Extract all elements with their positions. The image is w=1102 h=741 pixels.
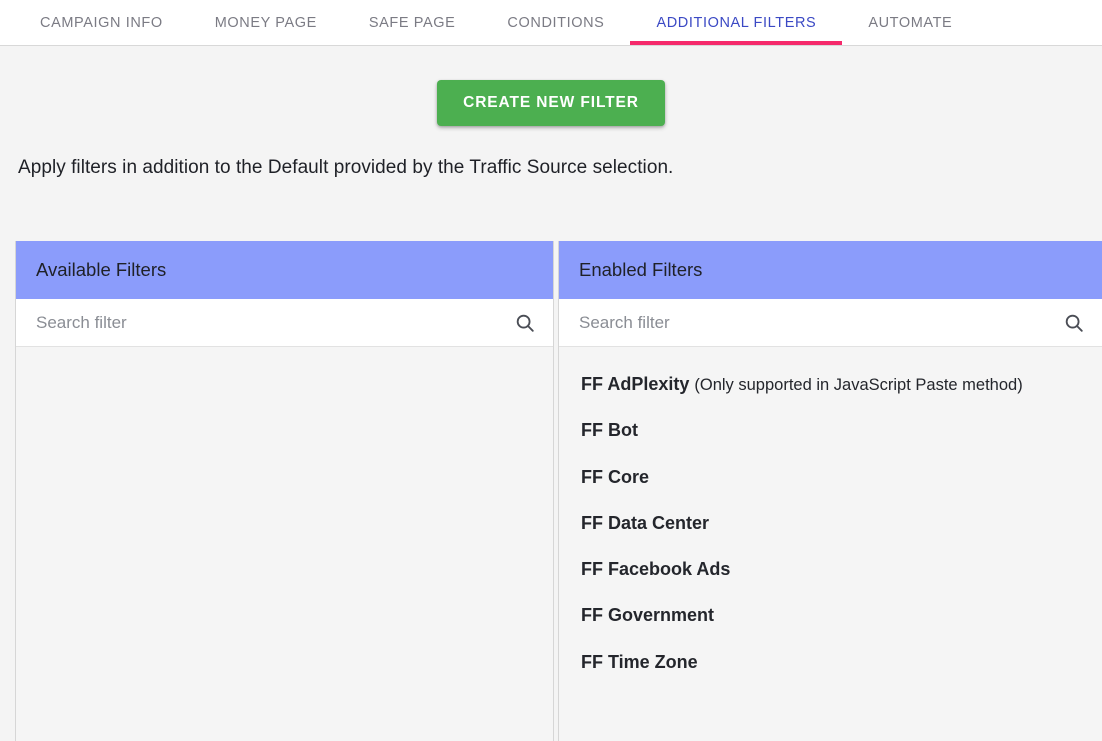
- available-filters-search-row[interactable]: [16, 299, 553, 347]
- list-item[interactable]: FF Government: [559, 592, 1102, 638]
- list-item[interactable]: FF Data Center: [559, 500, 1102, 546]
- enabled-filters-list[interactable]: FF AdPlexity (Only supported in JavaScri…: [559, 347, 1102, 741]
- search-icon[interactable]: [1062, 311, 1086, 335]
- filter-note: (Only supported in JavaScript Paste meth…: [694, 376, 1023, 394]
- tab-campaign-info[interactable]: CAMPAIGN INFO: [14, 0, 189, 45]
- enabled-filters-header: Enabled Filters: [559, 241, 1102, 299]
- filter-name: FF Core: [581, 466, 650, 487]
- enabled-filters-search-row[interactable]: [559, 299, 1102, 347]
- tab-bar: CAMPAIGN INFO MONEY PAGE SAFE PAGE CONDITIO…: [0, 0, 1102, 46]
- create-filter-button-container: CREATE NEW FILTER: [0, 46, 1102, 126]
- list-item[interactable]: FF Bot: [559, 407, 1102, 453]
- list-item[interactable]: FF Facebook Ads: [559, 546, 1102, 592]
- available-filters-panel: Available Filters: [15, 241, 554, 741]
- available-filters-header: Available Filters: [16, 241, 553, 299]
- tab-conditions[interactable]: CONDITIONS: [481, 0, 630, 45]
- create-new-filter-button[interactable]: CREATE NEW FILTER: [437, 80, 665, 126]
- list-item[interactable]: FF Core: [559, 454, 1102, 500]
- search-icon[interactable]: [513, 311, 537, 335]
- filter-name: FF Government: [581, 605, 715, 626]
- tab-safe-page[interactable]: SAFE PAGE: [343, 0, 482, 45]
- tab-money-page[interactable]: MONEY PAGE: [189, 0, 343, 45]
- available-filters-list[interactable]: [16, 347, 553, 741]
- page-body: CREATE NEW FILTER Apply filters in addit…: [0, 46, 1102, 741]
- enabled-filters-search-input[interactable]: [577, 311, 1062, 334]
- list-item[interactable]: FF AdPlexity (Only supported in JavaScri…: [559, 361, 1102, 407]
- filter-name: FF Bot: [581, 420, 638, 441]
- filter-name: FF Data Center: [581, 512, 710, 533]
- filter-name: FF AdPlexity: [581, 374, 690, 394]
- filter-name: FF Time Zone: [581, 651, 698, 672]
- enabled-filters-panel: Enabled Filters FF AdPlexity (Only suppo…: [558, 241, 1102, 741]
- list-item[interactable]: FF Time Zone: [559, 639, 1102, 685]
- available-filters-search-input[interactable]: [34, 311, 513, 334]
- page-description: Apply filters in addition to the Default…: [18, 157, 674, 178]
- tab-additional-filters[interactable]: ADDITIONAL FILTERS: [630, 0, 843, 45]
- filter-name: FF Facebook Ads: [581, 559, 731, 580]
- filters-panels: Available Filters Enabled Filters: [0, 241, 1102, 741]
- tab-automate[interactable]: AUTOMATE: [842, 0, 978, 45]
